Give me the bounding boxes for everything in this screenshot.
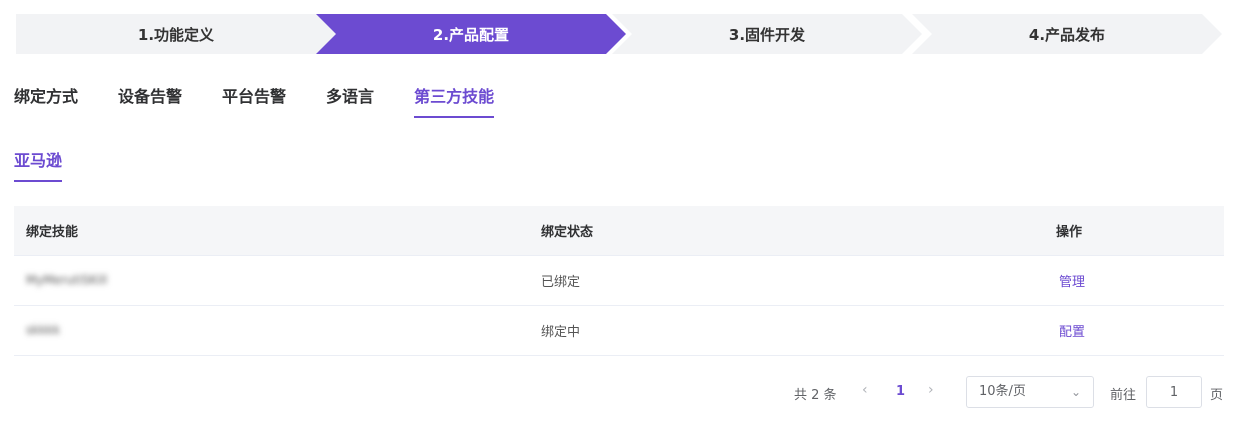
subtab-amazon[interactable]: 亚马逊 [14, 148, 63, 182]
chevron-down-icon: ⌄ [1070, 385, 1081, 399]
tab-device-alarm[interactable]: 设备告警 [118, 84, 182, 118]
page-size-value: 10条/页 [979, 384, 1026, 399]
chevron-right-icon[interactable]: › [928, 382, 934, 398]
tab-multi-language[interactable]: 多语言 [326, 84, 374, 118]
step-1-label: 1.功能定义 [137, 25, 215, 44]
skill-name-cell: skkkk [14, 323, 529, 338]
step-1[interactable]: 1.功能定义 [16, 14, 336, 54]
header-skill: 绑定技能 [26, 225, 79, 240]
skill-name-blurred: MyMerutiSKill [26, 273, 108, 287]
status-cell: 已绑定 [541, 275, 581, 290]
tab-platform-alarm[interactable]: 平台告警 [222, 84, 286, 118]
step-4[interactable]: 4.产品发布 [912, 14, 1222, 54]
step-3[interactable]: 3.固件开发 [612, 14, 922, 54]
skills-table: 绑定技能 绑定状态 操作 MyMerutiSKill 已绑定 管理 skkkk … [14, 206, 1224, 356]
configure-link[interactable]: 配置 [1056, 325, 1085, 340]
total-count: 共 2 条 [794, 388, 837, 403]
page-number-1[interactable]: 1 [896, 384, 905, 399]
header-action: 操作 [1056, 225, 1083, 240]
page-unit-label: 页 [1210, 388, 1224, 403]
config-tabs: 绑定方式 设备告警 平台告警 多语言 第三方技能 [14, 84, 534, 120]
status-cell: 绑定中 [541, 325, 581, 340]
step-3-label: 3.固件开发 [728, 25, 806, 44]
skill-name-cell: MyMerutiSKill [14, 273, 529, 288]
pagination: 共 2 条 ‹ 1 › 10条/页 ⌄ 前往 页 [0, 376, 1236, 408]
chevron-left-icon[interactable]: ‹ [862, 382, 868, 398]
step-2[interactable]: 2.产品配置 [316, 14, 626, 54]
goto-label: 前往 [1110, 388, 1137, 403]
step-progress-bar: 1.功能定义 2.产品配置 3.固件开发 4.产品发布 [16, 14, 1222, 54]
manage-link[interactable]: 管理 [1056, 275, 1085, 290]
header-status: 绑定状态 [541, 225, 594, 240]
step-2-label: 2.产品配置 [432, 25, 510, 44]
skill-name-blurred: skkkk [26, 323, 61, 337]
page-size-select[interactable]: 10条/页 ⌄ [966, 376, 1094, 408]
table-header: 绑定技能 绑定状态 操作 [14, 206, 1224, 256]
table-row: skkkk 绑定中 配置 [14, 306, 1224, 356]
table-row: MyMerutiSKill 已绑定 管理 [14, 256, 1224, 306]
step-4-label: 4.产品发布 [1028, 25, 1106, 44]
action-cell: 管理 [1044, 271, 1224, 290]
goto-page-input[interactable] [1146, 376, 1202, 408]
action-cell: 配置 [1044, 321, 1224, 340]
tab-binding-method[interactable]: 绑定方式 [14, 84, 78, 118]
tab-third-party-skills[interactable]: 第三方技能 [414, 84, 495, 118]
